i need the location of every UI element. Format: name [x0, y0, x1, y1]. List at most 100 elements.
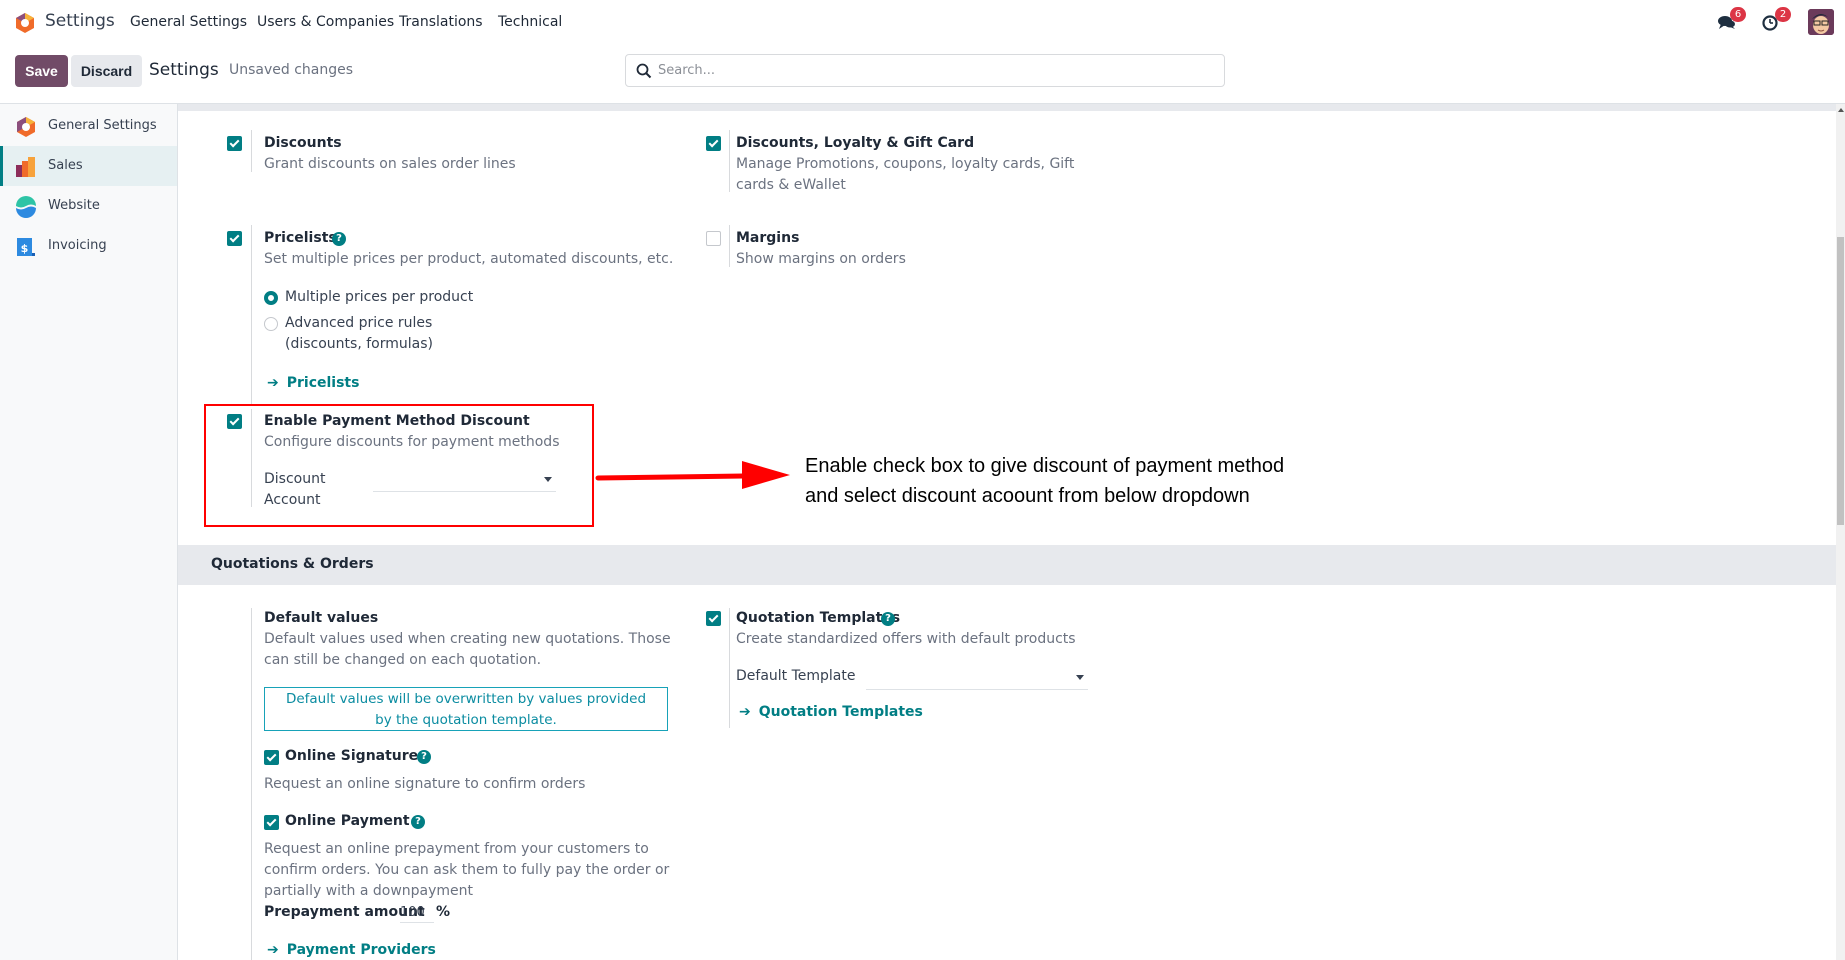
divider: [251, 225, 252, 405]
menu-users-companies[interactable]: Users & Companies: [257, 14, 394, 30]
pricelists-link[interactable]: ➔ Pricelists: [267, 375, 359, 391]
default-template-select[interactable]: [866, 666, 1088, 690]
menu-general-settings[interactable]: General Settings: [130, 14, 247, 30]
scroll-up-arrow-icon[interactable]: [1838, 108, 1844, 112]
divider: [729, 225, 730, 267]
annotation-highlight-box: [204, 404, 594, 527]
sidebar-item-sales[interactable]: Sales: [0, 146, 177, 186]
annotation-line-2: and select discount acoount from below d…: [805, 485, 1250, 507]
pricelists-title: Pricelists: [264, 230, 337, 246]
odoo-settings-logo-icon[interactable]: [14, 12, 36, 34]
save-button[interactable]: Save: [15, 55, 68, 87]
payment-providers-link-label: Payment Providers: [286, 942, 436, 958]
settings-sidebar: General Settings Sales Website $ Invoici…: [0, 104, 178, 960]
prepayment-amount-input[interactable]: [400, 902, 434, 923]
top-navbar: Settings General Settings Users & Compan…: [0, 0, 1845, 46]
search-bar[interactable]: [625, 54, 1225, 87]
odoo-settings-icon: [17, 117, 35, 137]
default-template-label: Default Template: [736, 668, 856, 684]
quotation-templates-link[interactable]: ➔ Quotation Templates: [739, 704, 923, 720]
help-icon[interactable]: ?: [881, 612, 895, 626]
section-title: Quotations & Orders: [211, 556, 374, 572]
discounts-checkbox[interactable]: [227, 136, 242, 151]
arrow-right-icon: ➔: [739, 704, 751, 720]
info-line-1: Default values will be overwritten by va…: [285, 691, 647, 707]
sidebar-item-general-settings[interactable]: General Settings: [0, 106, 177, 146]
divider: [729, 608, 730, 728]
radio-multiple-prices-label[interactable]: Multiple prices per product: [285, 287, 473, 308]
prepayment-unit: %: [436, 904, 451, 920]
discounts-title: Discounts: [264, 135, 342, 151]
online-payment-desc: Request an online prepayment from your c…: [264, 841, 670, 899]
radio-advanced-label-line1[interactable]: Advanced price rules: [285, 313, 432, 334]
loyalty-title: Discounts, Loyalty & Gift Card: [736, 135, 975, 151]
loyalty-desc: Manage Promotions, coupons, loyalty card…: [736, 156, 1075, 193]
arrow-right-icon: ➔: [267, 375, 279, 391]
default-values-title: Default values: [264, 610, 379, 626]
menu-technical[interactable]: Technical: [498, 14, 562, 30]
messages-button[interactable]: 6: [1716, 7, 1746, 34]
default-values-desc: Default values used when creating new qu…: [264, 631, 671, 668]
margins-checkbox[interactable]: [706, 231, 721, 246]
sidebar-item-invoicing[interactable]: $ Invoicing: [0, 226, 177, 266]
pricelists-link-label: Pricelists: [286, 375, 360, 391]
avatar-face-icon: [1808, 9, 1834, 35]
pricelists-desc: Set multiple prices per product, automat…: [264, 251, 674, 267]
arrow-right-icon: ➔: [267, 942, 279, 958]
annotation-line-1: Enable check box to give discount of pay…: [805, 455, 1285, 477]
payment-providers-link[interactable]: ➔ Payment Providers: [267, 942, 436, 958]
sales-chart-icon: [16, 157, 35, 177]
help-icon[interactable]: ?: [332, 232, 346, 246]
unsaved-status: Unsaved changes: [229, 62, 354, 78]
pricelists-checkbox[interactable]: [227, 231, 242, 246]
online-payment-checkbox[interactable]: [264, 815, 279, 830]
annotation-text: Enable check box to give discount of pay…: [805, 451, 1284, 511]
online-signature-desc: Request an online signature to confirm o…: [264, 776, 586, 792]
help-icon[interactable]: ?: [411, 815, 425, 829]
section-header-quotations: Quotations & Orders: [178, 545, 1836, 585]
margins-desc: Show margins on orders: [736, 251, 906, 267]
discounts-desc: Grant discounts on sales order lines: [264, 156, 516, 172]
caret-down-icon: [1076, 675, 1084, 680]
annotation-arrow-icon: [595, 461, 790, 489]
sidebar-item-label: Sales: [48, 158, 83, 173]
radio-advanced-label-line2[interactable]: (discounts, formulas): [285, 334, 433, 355]
svg-text:$: $: [21, 242, 29, 255]
app-name[interactable]: Settings: [45, 11, 115, 31]
divider: [251, 130, 252, 172]
sidebar-item-label: Invoicing: [48, 238, 107, 253]
control-panel: Save Discard Settings Unsaved changes: [0, 46, 1845, 104]
quotation-templates-checkbox[interactable]: [706, 611, 721, 626]
online-payment-title: Online Payment: [285, 813, 410, 829]
online-signature-checkbox[interactable]: [264, 750, 279, 765]
sidebar-item-website[interactable]: Website: [0, 186, 177, 226]
radio-advanced-price-rules[interactable]: [264, 317, 278, 331]
margins-title: Margins: [736, 230, 800, 246]
menu-translations[interactable]: Translations: [399, 14, 483, 30]
radio-multiple-prices[interactable]: [264, 291, 278, 305]
website-icon: [16, 196, 36, 218]
online-signature-title: Online Signature: [285, 748, 419, 764]
activities-button[interactable]: 2: [1761, 7, 1791, 34]
sidebar-item-label: General Settings: [48, 118, 157, 133]
content-scrollbar[interactable]: [1836, 104, 1845, 960]
user-avatar[interactable]: [1808, 9, 1834, 35]
quotation-templates-link-label: Quotation Templates: [758, 704, 923, 720]
loyalty-checkbox[interactable]: [706, 136, 721, 151]
divider: [729, 130, 730, 192]
sidebar-item-label: Website: [48, 198, 100, 213]
help-icon[interactable]: ?: [417, 750, 431, 764]
settings-content: Discounts Grant discounts on sales order…: [178, 111, 1836, 960]
quotation-templates-desc: Create standardized offers with default …: [736, 631, 1076, 647]
scrollbar-thumb[interactable]: [1837, 237, 1844, 525]
messages-count-badge: 6: [1730, 7, 1746, 22]
content-top-divider: [178, 104, 1836, 111]
activities-count-badge: 2: [1775, 7, 1791, 22]
info-line-2: by the quotation template.: [375, 712, 557, 728]
page-title: Settings: [149, 60, 219, 80]
search-input[interactable]: [658, 55, 1218, 86]
search-icon: [636, 63, 652, 79]
discard-button[interactable]: Discard: [71, 55, 142, 87]
divider: [251, 608, 252, 960]
quotation-templates-title: Quotation Templates: [736, 610, 901, 626]
